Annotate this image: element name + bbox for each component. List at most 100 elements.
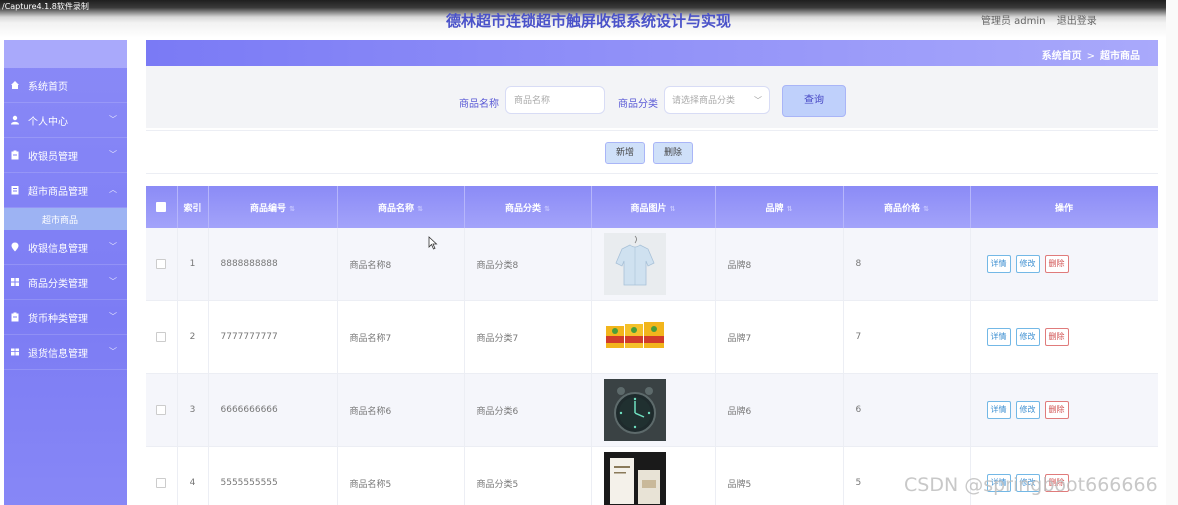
breadcrumb-home[interactable]: 系统首页 xyxy=(1042,51,1082,62)
column-header-image[interactable]: 商品图片 ⇅ xyxy=(591,186,716,228)
product-category: 商品分类7 xyxy=(464,300,592,374)
recorder-label: /Capture4.1.8软件录制 xyxy=(2,2,89,11)
column-header-code[interactable]: 商品编号 ⇅ xyxy=(208,186,338,228)
alarm-clock-image xyxy=(603,379,666,441)
row-checkbox[interactable] xyxy=(156,404,167,415)
row-index: 3 xyxy=(177,373,209,447)
product-name: 商品名称8 xyxy=(337,228,465,301)
product-category-select[interactable]: 请选择商品分类 ﹀ xyxy=(664,86,770,114)
category-select-placeholder: 请选择商品分类 xyxy=(672,96,736,106)
sort-icon[interactable]: ⇅ xyxy=(289,205,295,213)
sidebar-item-label: 收银信息管理 xyxy=(28,243,88,255)
sidebar-item-products[interactable]: 超市商品管理 ︿ xyxy=(4,173,127,208)
sidebar-item-label: 超市商品管理 xyxy=(28,186,88,198)
logout-link[interactable]: 退出登录 xyxy=(1057,16,1097,27)
grid-icon xyxy=(10,277,20,287)
product-category: 商品分类5 xyxy=(464,446,592,505)
column-header-ops: 操作 xyxy=(970,186,1158,228)
row-checkbox[interactable] xyxy=(156,331,167,342)
sidebar-item-label: 个人中心 xyxy=(28,116,68,128)
delete-button[interactable]: 删除 xyxy=(1044,255,1069,273)
table-row: 1 8888888888 商品名称8 商品分类8 品牌8 8 详情 修改 删除 xyxy=(146,228,1158,301)
user-greeting: 管理员 admin xyxy=(981,16,1046,27)
chevron-down-icon: ﹀ xyxy=(109,242,117,251)
sort-icon[interactable]: ⇅ xyxy=(923,205,929,213)
name-header-label: 商品名称 xyxy=(378,203,415,214)
sidebar-item-cashiers[interactable]: 收银员管理 ﹀ xyxy=(4,138,127,173)
code-header-label: 商品编号 xyxy=(250,203,287,214)
sidebar-item-sales[interactable]: 收银信息管理 ﹀ xyxy=(4,230,127,265)
delete-button[interactable]: 删除 xyxy=(1044,328,1069,346)
sort-icon[interactable]: ⇅ xyxy=(417,205,423,213)
product-code: 5555555555 xyxy=(208,446,338,505)
column-header-category[interactable]: 商品分类 ⇅ xyxy=(464,186,592,228)
sidebar-item-currency[interactable]: 货币种类管理 ﹀ xyxy=(4,300,127,335)
sidebar-item-label: 货币种类管理 xyxy=(28,313,88,325)
row-checkbox[interactable] xyxy=(156,258,167,269)
chevron-down-icon: ﹀ xyxy=(109,277,117,286)
user-icon xyxy=(10,115,20,125)
top-bar: /Capture4.1.8软件录制 德林超市连锁超市触屏收银系统设计与实现 管理… xyxy=(0,0,1166,38)
table-icon xyxy=(10,347,20,357)
ops-header-label: 操作 xyxy=(1054,203,1073,214)
detail-button[interactable]: 详情 xyxy=(986,328,1011,346)
query-button[interactable]: 查询 xyxy=(782,85,846,117)
product-name-input[interactable]: 商品名称 xyxy=(505,86,605,114)
table-header-row: 索引 商品编号 ⇅ 商品名称 ⇅ 商品分类 ⇅ 商品图片 ⇅ 品牌 ⇅ 商品价格 ⇅ 操作 xyxy=(146,186,1158,228)
index-header-label: 索引 xyxy=(183,203,202,214)
table-row: 2 7777777777 商品名称7 商品分类7 品牌7 7 详情 修改 删除 xyxy=(146,300,1158,374)
document-icon xyxy=(10,185,20,195)
delete-button[interactable]: 删除 xyxy=(1044,401,1069,419)
breadcrumb: 系统首页 > 超市商品 xyxy=(1042,47,1140,62)
product-image-cell xyxy=(591,228,716,301)
search-form: 商品名称 商品名称 商品分类 请选择商品分类 ﹀ 查询 xyxy=(146,66,1158,128)
row-actions: 详情 修改 删除 xyxy=(970,373,1158,447)
product-name: 商品名称7 xyxy=(337,300,465,374)
category-header-label: 商品分类 xyxy=(505,203,542,214)
sidebar-subitem-products[interactable]: 超市商品 xyxy=(4,208,127,230)
row-select-cell xyxy=(146,228,178,301)
select-all-header[interactable] xyxy=(146,186,178,228)
sidebar-item-label: 退货信息管理 xyxy=(28,348,88,360)
window-edge xyxy=(1166,0,1178,505)
batch-delete-button[interactable]: 删除 xyxy=(653,142,693,164)
detail-button[interactable]: 详情 xyxy=(986,401,1011,419)
price-header-label: 商品价格 xyxy=(884,203,921,214)
sidebar-item-label: 收银员管理 xyxy=(28,151,78,163)
row-actions: 详情 修改 删除 xyxy=(970,228,1158,301)
sort-icon[interactable]: ⇅ xyxy=(787,205,793,213)
edit-button[interactable]: 修改 xyxy=(1015,401,1040,419)
brand-header-label: 品牌 xyxy=(765,203,784,214)
sidebar-item-categories[interactable]: 商品分类管理 ﹀ xyxy=(4,265,127,300)
image-header-label: 商品图片 xyxy=(630,203,667,214)
product-brand: 品牌5 xyxy=(715,446,844,505)
column-header-name[interactable]: 商品名称 ⇅ xyxy=(337,186,465,228)
sidebar-item-returns[interactable]: 退货信息管理 ﹀ xyxy=(4,335,127,370)
detail-button[interactable]: 详情 xyxy=(986,255,1011,273)
chevron-down-icon: ﹀ xyxy=(754,96,762,105)
edit-button[interactable]: 修改 xyxy=(1015,255,1040,273)
row-select-cell xyxy=(146,446,178,505)
sort-icon[interactable]: ⇅ xyxy=(544,205,550,213)
add-button[interactable]: 新增 xyxy=(605,142,645,164)
product-category-label: 商品分类 xyxy=(618,99,658,110)
row-index: 2 xyxy=(177,300,209,374)
sidebar-item-home[interactable]: 系统首页 xyxy=(4,68,127,103)
edit-button[interactable]: 修改 xyxy=(1015,328,1040,346)
chevron-down-icon: ﹀ xyxy=(109,347,117,356)
chevron-down-icon: ﹀ xyxy=(109,115,117,124)
sidebar-item-profile[interactable]: 个人中心 ﹀ xyxy=(4,103,127,138)
product-code: 8888888888 xyxy=(208,228,338,301)
app-title: 德林超市连锁超市触屏收银系统设计与实现 xyxy=(446,12,732,30)
product-brand: 品牌7 xyxy=(715,300,844,374)
row-checkbox[interactable] xyxy=(156,477,167,488)
sidebar-item-label: 商品分类管理 xyxy=(28,278,88,290)
sort-icon[interactable]: ⇅ xyxy=(670,205,676,213)
column-header-price[interactable]: 商品价格 ⇅ xyxy=(843,186,971,228)
mouse-cursor-icon xyxy=(428,236,438,250)
product-name-label: 商品名称 xyxy=(459,99,499,110)
sidebar-header xyxy=(4,40,127,68)
select-all-checkbox[interactable] xyxy=(156,201,167,212)
column-header-brand[interactable]: 品牌 ⇅ xyxy=(715,186,844,228)
product-brand: 品牌6 xyxy=(715,373,844,447)
